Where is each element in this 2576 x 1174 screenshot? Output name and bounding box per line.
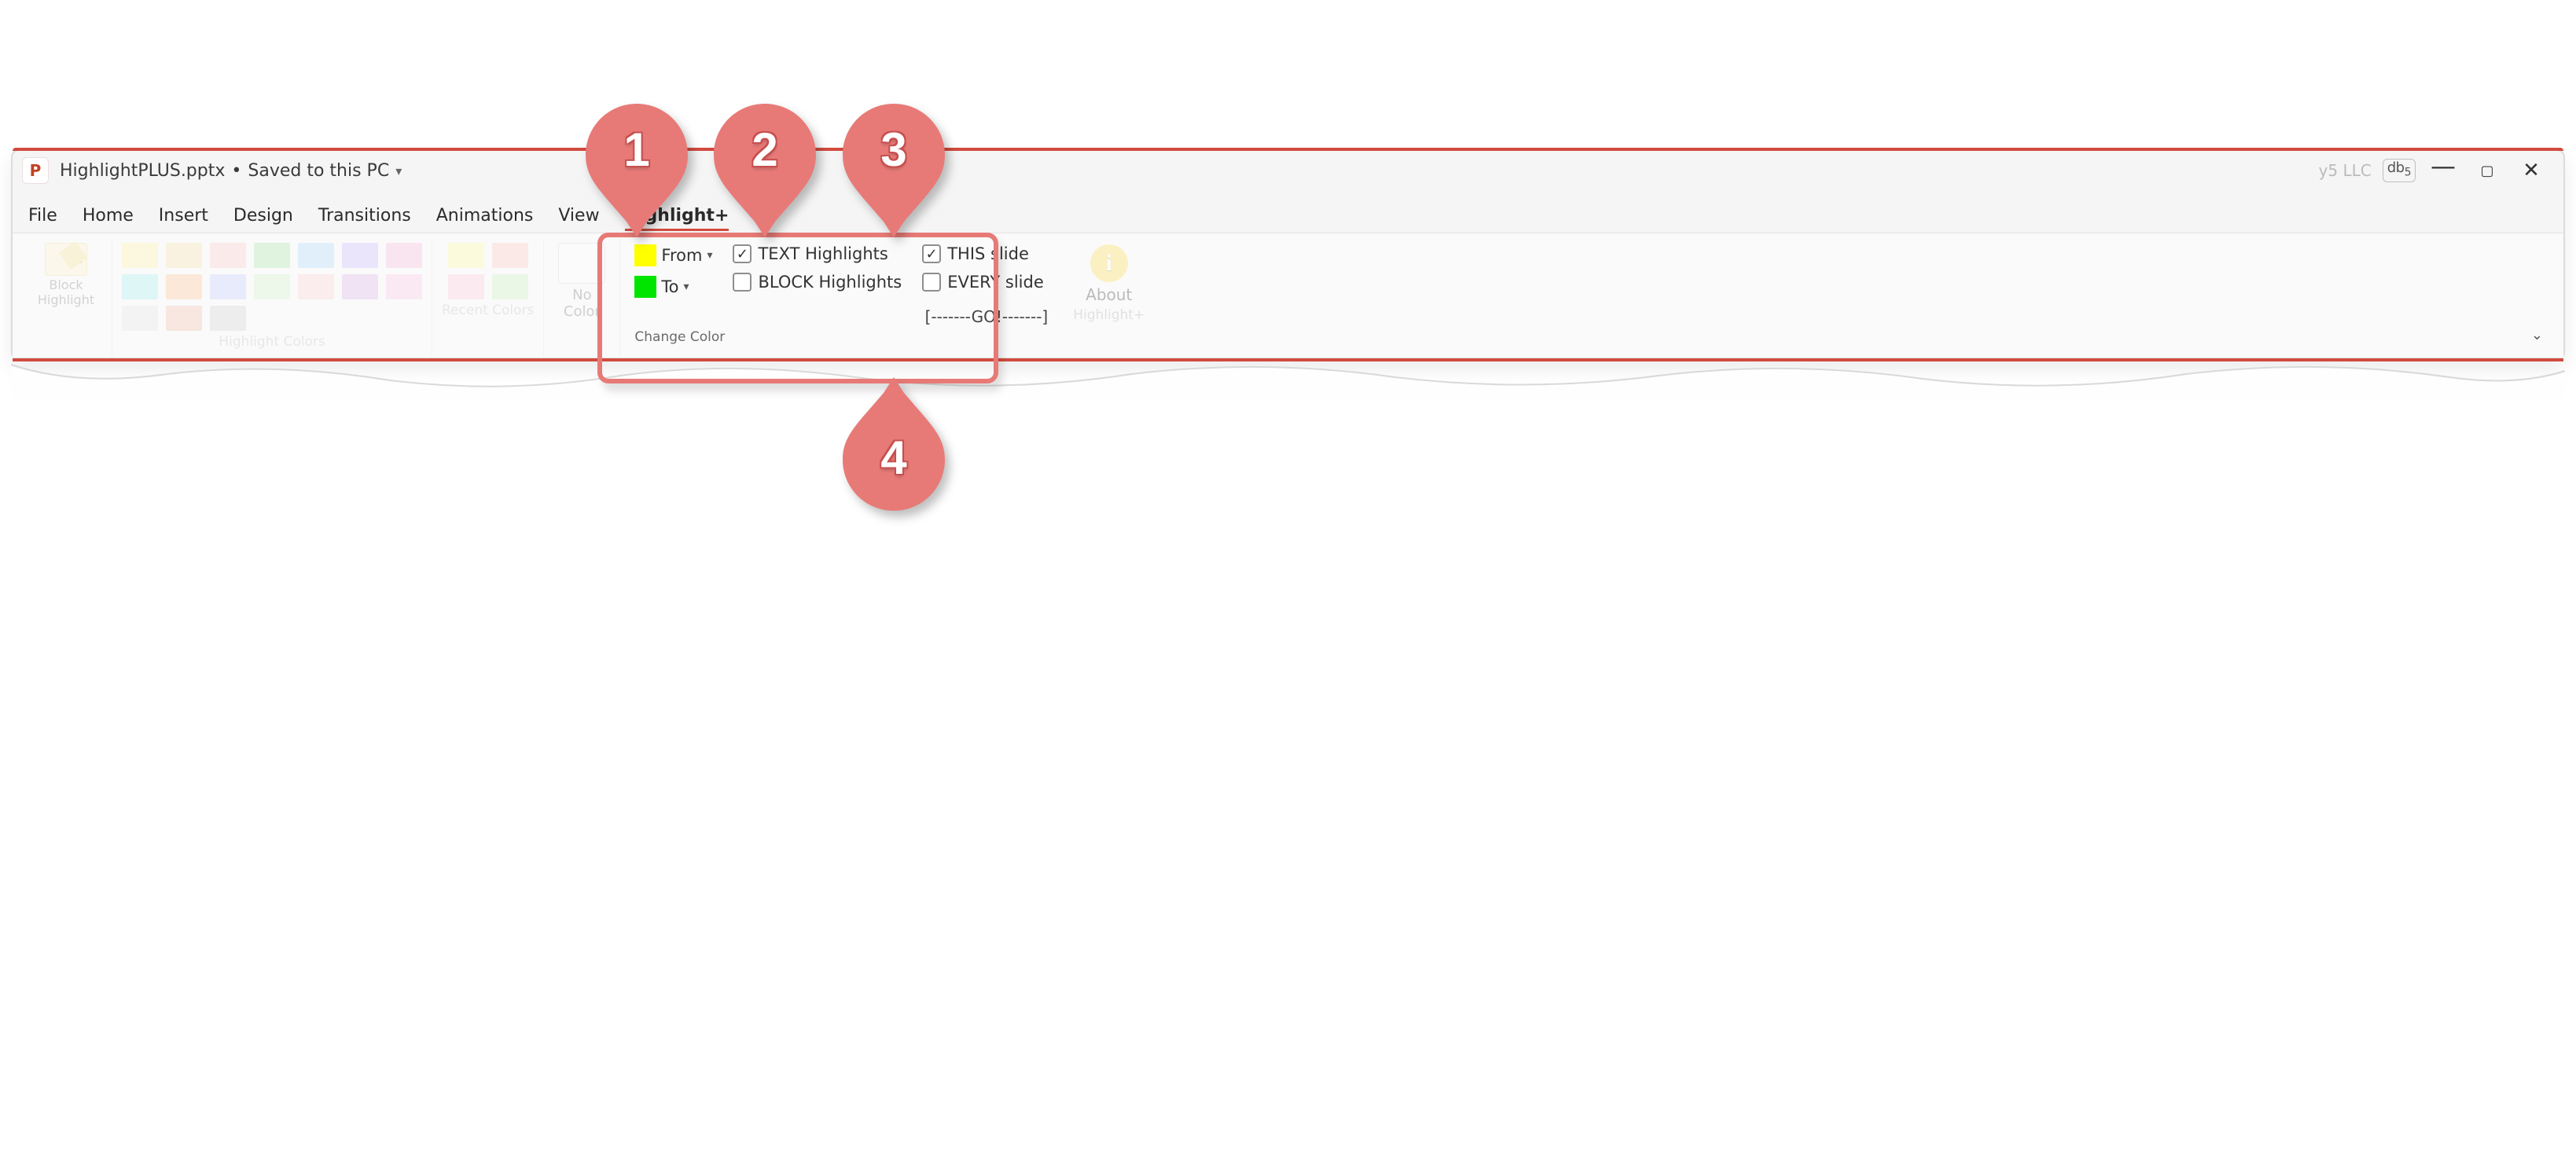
group-no-color: No Color: [544, 238, 620, 358]
color-swatch[interactable]: [210, 306, 246, 331]
color-swatch[interactable]: [210, 243, 246, 268]
title-bar: P HighlightPLUS.pptx • Saved to this PC …: [13, 151, 2563, 187]
checkbox-this-slide[interactable]: THIS slide: [922, 244, 1048, 263]
checkbox-icon: [922, 273, 941, 292]
block-highlight-button[interactable]: Block Highlight: [30, 243, 102, 307]
checkbox-label: EVERY slide: [947, 273, 1044, 292]
from-label: From: [661, 246, 702, 265]
chevron-down-icon: ▾: [707, 249, 712, 262]
color-swatch[interactable]: [492, 274, 528, 299]
group-about: About Highlight+: [1064, 238, 1154, 358]
change-color-group-label: Change Color: [634, 329, 1048, 350]
callout-number: 4: [843, 431, 945, 485]
color-swatch[interactable]: [166, 243, 202, 268]
checkbox-label: TEXT Highlights: [758, 244, 887, 263]
document-title[interactable]: HighlightPLUS.pptx • Saved to this PC ▾: [60, 161, 2308, 181]
info-icon: [1090, 244, 1128, 282]
group-highlight-colors: Highlight Colors: [112, 238, 432, 358]
ribbon-body: Block Highlight Highlight Colors Recent …: [13, 233, 2563, 358]
go-button[interactable]: [-------GO!-------]: [922, 307, 1048, 326]
color-swatch[interactable]: [122, 306, 158, 331]
highlight-colors-label: Highlight Colors: [219, 334, 325, 354]
checkbox-icon: [922, 244, 941, 263]
color-swatch[interactable]: [166, 306, 202, 331]
color-swatch[interactable]: [122, 243, 158, 268]
color-swatch[interactable]: [386, 243, 422, 268]
block-highlight-l1: Block: [30, 277, 102, 292]
recent-color-palette[interactable]: [448, 243, 528, 299]
file-name: HighlightPLUS.pptx: [60, 161, 225, 181]
highlighter-icon: [45, 243, 87, 276]
tab-home[interactable]: Home: [83, 206, 134, 231]
color-swatch[interactable]: [298, 274, 334, 299]
from-swatch: [634, 244, 656, 266]
color-swatch[interactable]: [448, 243, 484, 268]
tab-transitions[interactable]: Transitions: [318, 206, 411, 231]
torn-edge: [11, 360, 2565, 399]
color-swatch[interactable]: [298, 243, 334, 268]
ribbon-tabs: File Home Insert Design Transitions Anim…: [13, 187, 2563, 233]
tab-file[interactable]: File: [28, 206, 57, 231]
checkbox-block-highlights[interactable]: BLOCK Highlights: [733, 273, 902, 292]
scope-column: THIS slide EVERY slide [-------GO!------…: [922, 244, 1048, 326]
tab-view[interactable]: View: [558, 206, 599, 231]
about-label: About: [1086, 285, 1132, 304]
group-block-highlight: Block Highlight: [20, 238, 112, 358]
no-color-icon: [558, 243, 605, 284]
checkbox-label: BLOCK Highlights: [758, 273, 902, 292]
recent-colors-label: Recent Colors: [442, 303, 534, 323]
tab-animations[interactable]: Animations: [436, 206, 534, 231]
ribbon-expand-icon[interactable]: ⌄: [2531, 327, 2543, 343]
highlight-color-palette[interactable]: [122, 243, 422, 331]
color-swatch[interactable]: [342, 243, 378, 268]
color-swatch[interactable]: [122, 274, 158, 299]
to-label: To: [661, 277, 678, 296]
color-swatch[interactable]: [166, 274, 202, 299]
checkbox-icon: [733, 273, 751, 292]
checkbox-text-highlights[interactable]: TEXT Highlights: [733, 244, 902, 263]
group-change-color: From ▾ To ▾ TEXT Highlights: [620, 238, 1064, 358]
checkbox-icon: [733, 244, 751, 263]
save-status: Saved to this PC: [248, 161, 389, 181]
minimize-button[interactable]: —: [2427, 151, 2460, 181]
no-color-l1: No: [553, 287, 610, 303]
tab-insert[interactable]: Insert: [159, 206, 208, 231]
no-color-l2: Color: [553, 303, 610, 320]
company-suffix: y5 LLC: [2319, 161, 2372, 180]
title-right-tools: y5 LLC db5 — ▢ ✕: [2319, 156, 2548, 185]
checkbox-label: THIS slide: [947, 244, 1029, 263]
block-highlight-l2: Highlight: [30, 292, 102, 307]
color-swatch[interactable]: [492, 243, 528, 268]
user-badge[interactable]: db5: [2383, 159, 2416, 183]
maximize-button[interactable]: ▢: [2471, 163, 2504, 179]
color-swatch[interactable]: [448, 274, 484, 299]
to-swatch: [634, 276, 656, 298]
chevron-down-icon[interactable]: ▾: [395, 163, 402, 178]
no-color-button[interactable]: No Color: [553, 243, 610, 320]
about-button[interactable]: About: [1086, 243, 1132, 304]
chevron-down-icon: ▾: [684, 281, 689, 293]
tab-design[interactable]: Design: [233, 206, 293, 231]
color-swatch[interactable]: [210, 274, 246, 299]
from-color-picker[interactable]: From ▾: [634, 244, 712, 266]
title-separator: •: [231, 161, 241, 181]
tab-highlight-plus[interactable]: Highlight+: [625, 206, 729, 231]
group-recent-colors: Recent Colors: [432, 238, 544, 358]
highlight-type-column: TEXT Highlights BLOCK Highlights: [733, 244, 902, 292]
color-swatch[interactable]: [254, 274, 290, 299]
about-group-label: Highlight+: [1073, 307, 1145, 328]
from-to-column: From ▾ To ▾: [634, 244, 712, 298]
window: P HighlightPLUS.pptx • Saved to this PC …: [11, 149, 2565, 360]
close-button[interactable]: ✕: [2515, 159, 2548, 182]
color-swatch[interactable]: [386, 274, 422, 299]
color-swatch[interactable]: [254, 243, 290, 268]
checkbox-every-slide[interactable]: EVERY slide: [922, 273, 1048, 292]
app-icon: P: [22, 157, 49, 184]
to-color-picker[interactable]: To ▾: [634, 276, 712, 298]
color-swatch[interactable]: [342, 274, 378, 299]
